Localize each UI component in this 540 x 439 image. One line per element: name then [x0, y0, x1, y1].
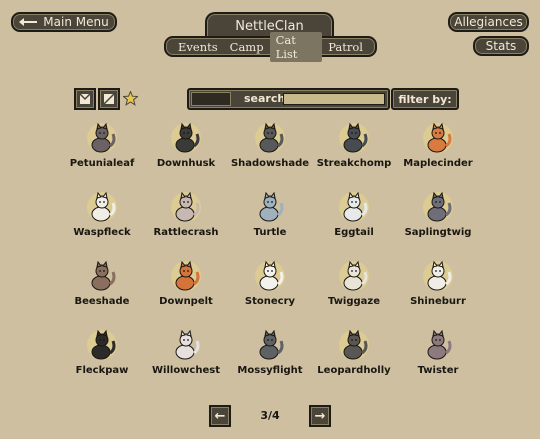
filter-by-button[interactable]: filter by:	[391, 88, 459, 110]
main-menu-button[interactable]: Main Menu	[11, 12, 117, 32]
cat-card[interactable]: Leopardholly	[312, 323, 396, 392]
cat-card[interactable]: Saplingtwig	[396, 185, 480, 254]
cat-sprite-icon	[87, 329, 117, 360]
cat-name: Willowchest	[152, 365, 220, 376]
cat-name: Beeshade	[74, 296, 130, 307]
cat-sprite-icon	[423, 122, 453, 153]
cat-name: Leopardholly	[317, 365, 391, 376]
cat-name: Mossyflight	[237, 365, 303, 376]
cat-card[interactable]: Shadowshade	[228, 116, 312, 185]
cat-sprite-icon	[339, 122, 369, 153]
cat-sprite-icon	[87, 191, 117, 222]
cat-card[interactable]: Streakchomp	[312, 116, 396, 185]
page-indicator: 3/4	[260, 409, 280, 422]
stats-label: Stats	[485, 39, 517, 53]
cat-name: Turtle	[253, 227, 287, 238]
cat-sprite-icon	[171, 260, 201, 291]
cat-card[interactable]: Downhusk	[144, 116, 228, 185]
cat-sprite-icon	[259, 329, 284, 360]
main-tabs: Events Camp Cat List Patrol	[164, 31, 377, 62]
cat-card[interactable]: Shineburr	[396, 254, 480, 323]
living-cats-toggle[interactable]	[74, 88, 96, 110]
cat-card[interactable]: Turtle	[228, 185, 312, 254]
cat-name: Maplecinder	[403, 158, 473, 169]
cat-card[interactable]: Downpelt	[144, 254, 228, 323]
cat-sprite-icon	[423, 260, 453, 291]
cat-sprite-icon	[255, 122, 285, 153]
cat-card[interactable]: Maplecinder	[396, 116, 480, 185]
cat-name: Shineburr	[410, 296, 466, 307]
tab-patrol[interactable]: Patrol	[322, 39, 369, 55]
starclan-list-icon	[103, 90, 115, 109]
cat-name: Stonecry	[244, 296, 296, 307]
cat-name: Shadowshade	[230, 158, 310, 169]
favorite-star-icon[interactable]	[122, 90, 139, 110]
cat-card[interactable]: Willowchest	[144, 323, 228, 392]
tab-events[interactable]: Events	[172, 39, 224, 55]
previous-page-button[interactable]: ←	[209, 405, 231, 427]
cat-name: Petunialeaf	[69, 158, 135, 169]
tab-cat-list[interactable]: Cat List	[269, 31, 323, 62]
allegiances-label: Allegiances	[454, 15, 523, 29]
cat-card[interactable]: Beeshade	[60, 254, 144, 323]
dead-cats-toggle[interactable]	[98, 88, 120, 110]
cat-card[interactable]: Rattlecrash	[144, 185, 228, 254]
cat-sprite-icon	[255, 260, 285, 291]
cat-name: Downpelt	[159, 296, 213, 307]
search-label: search	[244, 92, 286, 105]
tab-camp[interactable]: Camp	[224, 39, 270, 55]
search-input[interactable]	[283, 93, 385, 105]
cat-name: Streakchomp	[316, 158, 392, 169]
cat-card[interactable]: Eggtail	[312, 185, 396, 254]
cat-name: Saplingtwig	[404, 227, 472, 238]
cat-card[interactable]: Petunialeaf	[60, 116, 144, 185]
cat-name: Eggtail	[334, 227, 374, 238]
filter-label: filter by:	[398, 92, 452, 106]
cat-sprite-icon	[175, 329, 200, 360]
cat-sprite-icon	[339, 329, 369, 360]
cat-list-icon	[79, 90, 91, 109]
arrow-right-icon: →	[314, 408, 326, 424]
stats-button[interactable]: Stats	[473, 36, 529, 56]
cat-name: Waspfleck	[73, 227, 131, 238]
cat-sprite-icon	[87, 122, 117, 153]
cat-card[interactable]: Waspfleck	[60, 185, 144, 254]
cat-card[interactable]: Fleckpaw	[60, 323, 144, 392]
cat-card[interactable]: Twister	[396, 323, 480, 392]
cat-card[interactable]: Mossyflight	[228, 323, 312, 392]
cat-card[interactable]: Stonecry	[228, 254, 312, 323]
cat-name: Fleckpaw	[75, 365, 129, 376]
cat-card[interactable]: Twiggaze	[312, 254, 396, 323]
cat-name: Twiggaze	[327, 296, 381, 307]
cat-sprite-icon	[339, 191, 369, 222]
cat-sprite-icon	[259, 191, 284, 222]
allegiances-button[interactable]: Allegiances	[448, 12, 529, 32]
main-menu-label: Main Menu	[43, 15, 109, 29]
cat-sprite-icon	[171, 122, 201, 153]
pagination: ← 3/4 →	[0, 400, 540, 430]
cat-sprite-icon	[91, 260, 116, 291]
cat-sprite-icon	[423, 191, 453, 222]
arrow-left-icon: ←	[214, 408, 226, 424]
cat-sprite-icon	[427, 329, 452, 360]
cat-sprite-icon	[171, 191, 201, 222]
next-page-button[interactable]: →	[309, 405, 331, 427]
search-bar: search	[187, 88, 390, 110]
cat-sprite-icon	[339, 260, 369, 291]
sort-dropdown[interactable]	[191, 92, 231, 106]
arrow-left-icon	[19, 15, 38, 29]
cat-name: Rattlecrash	[153, 227, 219, 238]
cat-name: Twister	[417, 365, 459, 376]
cat-name: Downhusk	[156, 158, 216, 169]
